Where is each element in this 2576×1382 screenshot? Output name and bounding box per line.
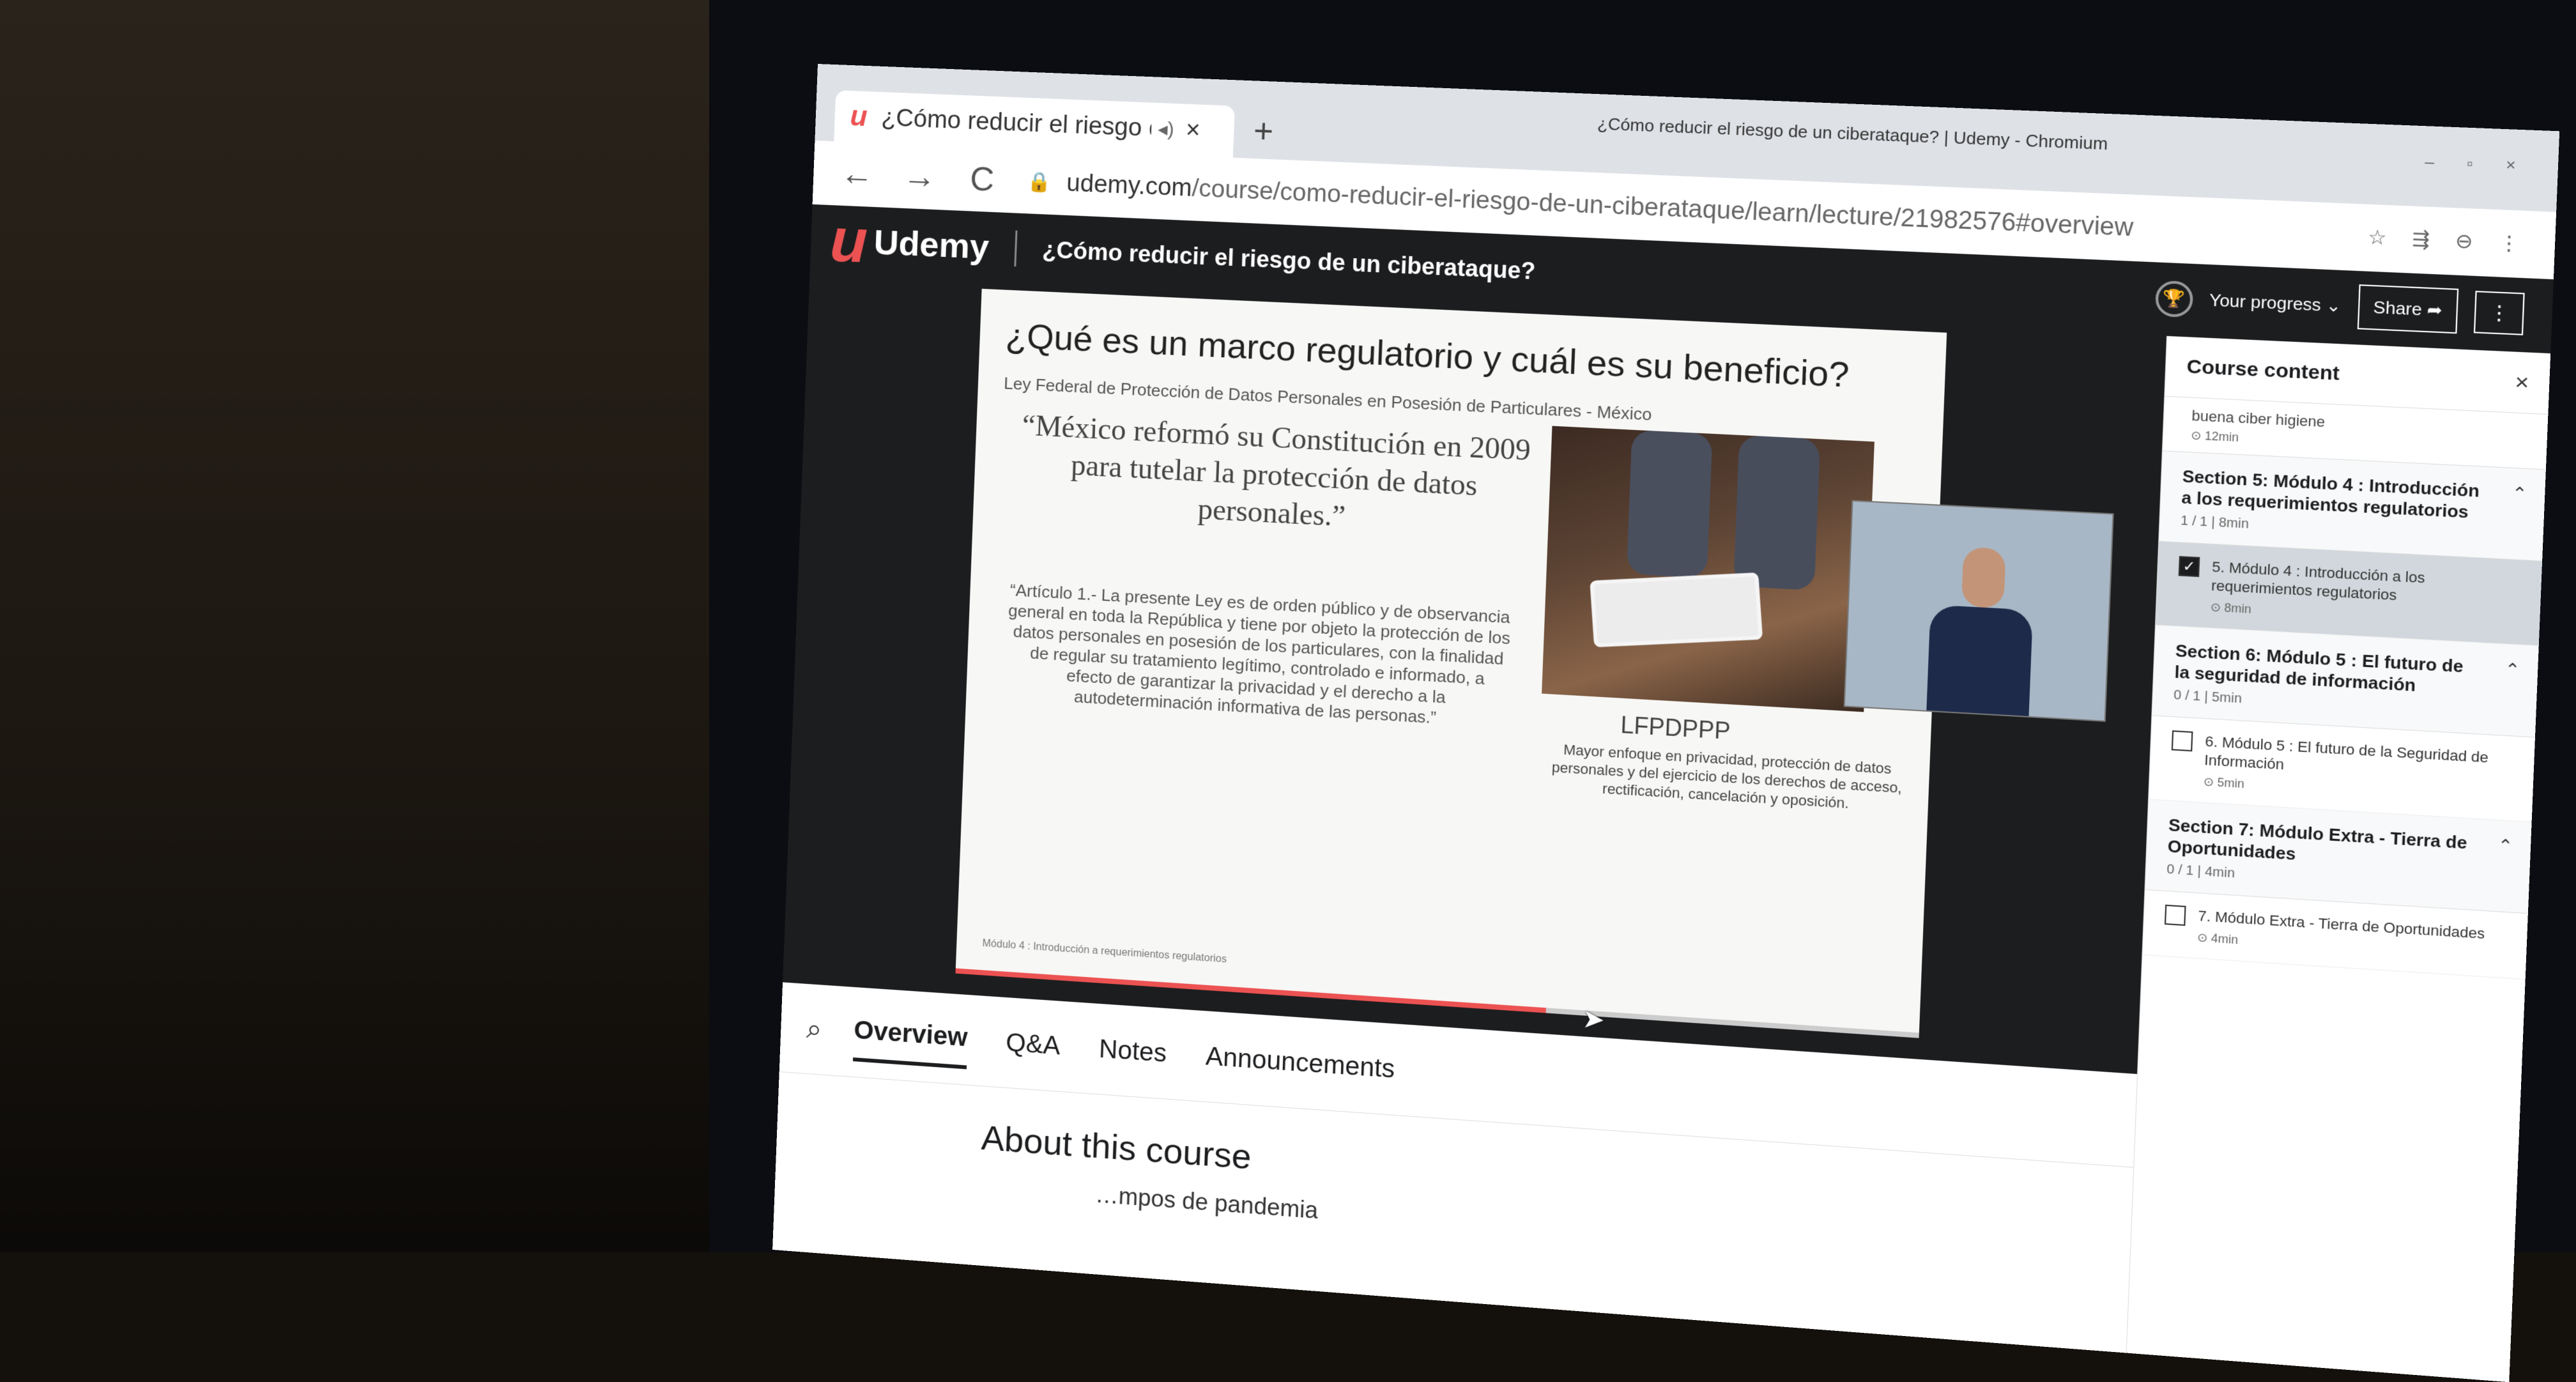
lock-icon[interactable]: 🔒 (1027, 170, 1052, 194)
about-subtitle: …mpos de pandemia (1095, 1181, 1319, 1224)
search-icon[interactable]: ⌕ (806, 1013, 822, 1046)
back-button[interactable]: ← (837, 154, 877, 194)
photo-tablet (1590, 572, 1763, 647)
lecture-checkbox[interactable] (2172, 730, 2193, 751)
tab-title: ¿Cómo reducir el riesgo de un ciberataqu… (881, 104, 1152, 142)
trophy-icon[interactable]: 🏆 (2155, 280, 2194, 318)
udemy-logo-text[interactable]: Udemy (873, 222, 990, 267)
slide-quote: “México reformó su Constitución en 2009 … (1011, 406, 1538, 546)
tab-notes[interactable]: Notes (1098, 1022, 1168, 1081)
chevron-up-icon[interactable]: ⌃ (2511, 483, 2527, 505)
window-controls[interactable]: – ▫ × (2425, 153, 2530, 176)
background-room (0, 0, 716, 1252)
mouse-cursor-icon: ➤ (1582, 1004, 1606, 1035)
lecture-checkbox[interactable] (2165, 905, 2186, 926)
your-progress-button[interactable]: Your progress ⌄ (2209, 290, 2342, 317)
slide-article: “Artículo 1.- La presente Ley es de orde… (1004, 580, 1512, 732)
photo-arm-right (1733, 435, 1820, 590)
tab-close-icon[interactable]: × (1185, 116, 1200, 144)
lecture-checkbox[interactable]: ✓ (2179, 556, 2200, 577)
window-title: ¿Cómo reducir el riesgo de un ciberataqu… (1597, 114, 2108, 155)
udemy-favicon-icon: u (850, 100, 868, 133)
video-player[interactable]: ¿Qué es un marco regulatorio y cuál es s… (783, 275, 2166, 1074)
slide-footer: Módulo 4 : Introducción a requerimientos… (982, 938, 1227, 965)
tab-overview[interactable]: Overview (853, 1003, 969, 1069)
tab-announcements[interactable]: Announcements (1204, 1029, 1395, 1097)
presenter-video (1844, 500, 2114, 722)
sidebar-title: Course content (2186, 356, 2340, 386)
chevron-up-icon[interactable]: ⌃ (2497, 835, 2513, 857)
share-button[interactable]: Share ➦ (2357, 284, 2458, 334)
chevron-up-icon[interactable]: ⌃ (2504, 659, 2520, 681)
course-title[interactable]: ¿Cómo reducir el riesgo de un ciberataqu… (1042, 236, 1537, 286)
presenter-head (1961, 547, 2006, 609)
tablet-photo (1542, 426, 1874, 712)
header-actions: 🏆 Your progress ⌄ Share ➦ ⋮ (2154, 275, 2525, 337)
browser-window: u ¿Cómo reducir el riesgo de un ciberata… (772, 64, 2559, 1382)
more-options-button[interactable]: ⋮ (2474, 291, 2525, 335)
photo-arm-left (1627, 430, 1713, 578)
forward-button[interactable]: → (900, 157, 939, 197)
course-content-sidebar: Course content × buena ciber higiene ⊙ 1… (2126, 336, 2552, 1382)
tab-qa[interactable]: Q&A (1005, 1015, 1061, 1073)
speaker-icon[interactable]: ◂) (1158, 118, 1175, 141)
image-description: Mayor enfoque en privacidad, protección … (1538, 739, 1916, 817)
section-title: Section 5: Módulo 4 : Introducción a los… (2181, 466, 2490, 524)
toolbar-icons[interactable]: ☆ ⇶ ⊖ ⋮ (2368, 226, 2530, 256)
new-tab-button[interactable]: + (1253, 112, 1274, 151)
presenter-body (1926, 604, 2033, 716)
sidebar-close-icon[interactable]: × (2515, 369, 2530, 396)
lecture-slide: ¿Qué es un marco regulatorio y cuál es s… (956, 289, 1947, 1033)
header-divider (1014, 231, 1017, 266)
reload-button[interactable]: C (962, 160, 1002, 200)
url-domain: udemy.com (1066, 169, 1193, 202)
udemy-logo-icon[interactable]: u (829, 205, 869, 277)
image-label: LFPDPPP (1620, 711, 1731, 745)
about-heading: About this course (981, 1118, 1252, 1178)
